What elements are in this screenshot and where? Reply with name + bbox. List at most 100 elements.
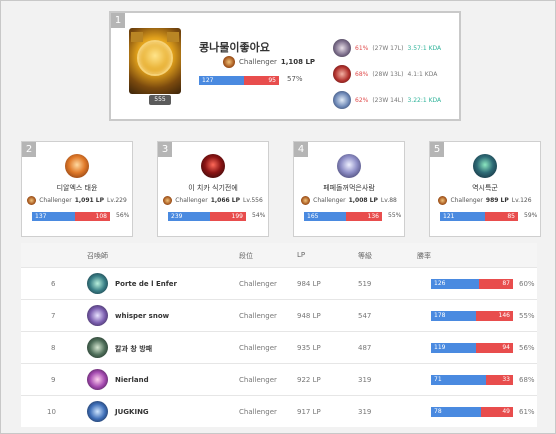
rank-tag: 4: [294, 142, 308, 157]
winrate-percent: 56%: [116, 212, 130, 219]
level-value: 487: [358, 344, 372, 352]
tier-label: Challenger: [239, 408, 277, 416]
lp-value: 1,066 LP: [210, 197, 240, 204]
level-value: 547: [358, 312, 372, 320]
rank-tag: 3: [158, 142, 172, 157]
table-row[interactable]: 7 whisper snow Challenger 948 LP 547 178…: [21, 299, 537, 331]
tier-label: Challenger: [239, 58, 277, 66]
winrate-percent: 57%: [287, 75, 303, 83]
tier-label: Challenger: [239, 344, 277, 352]
summoner-name[interactable]: 콩나물이좋아요: [199, 39, 270, 55]
lp-value: 948 LP: [297, 312, 321, 320]
summoner-name[interactable]: Nierland: [115, 376, 149, 384]
top-ranker-card[interactable]: 1 555 콩나물이좋아요 Challenger 1,108 LP 127 95…: [109, 11, 461, 121]
wins-segment: 165: [304, 212, 347, 221]
summoner-avatar[interactable]: [473, 154, 497, 178]
table-row[interactable]: 10 JUGKING Challenger 917 LP 319 78 49 6…: [21, 395, 537, 427]
winrate-bar: 165 136: [304, 212, 382, 221]
winrate-percent: 60%: [519, 280, 535, 288]
losses-segment: 199: [210, 212, 246, 221]
winrate-bar: 178 146: [431, 311, 513, 321]
summoner-avatar[interactable]: [87, 401, 108, 422]
winrate-percent: 68%: [519, 376, 535, 384]
ranker-card-4[interactable]: 4 페페돌꺼먹은사람 Challenger 1,008 LP Lv.88 165…: [293, 141, 405, 237]
lp-value: 984 LP: [297, 280, 321, 288]
lp-value: 1,008 LP: [348, 197, 378, 204]
tier-info: Challenger 1,091 LP Lv.229: [22, 196, 132, 205]
losses-segment: 85: [485, 212, 518, 221]
winrate-bar: 127 95: [199, 76, 279, 85]
winrate-percent: 55%: [388, 212, 402, 219]
wins-segment: 178: [431, 311, 476, 321]
champion-icon-red: [333, 65, 351, 83]
profile-portrait[interactable]: [129, 28, 181, 94]
summoner-avatar[interactable]: [337, 154, 361, 178]
summoner-name[interactable]: 이 치카 식기전에: [158, 183, 268, 193]
summoner-avatar[interactable]: [87, 305, 108, 326]
rank-tag: 1: [111, 13, 125, 28]
table-row[interactable]: 6 Porte de l Enfer Challenger 984 LP 519…: [21, 267, 537, 299]
winrate-percent: 54%: [252, 212, 266, 219]
wins-segment: 137: [32, 212, 76, 221]
wins-segment: 71: [431, 375, 486, 385]
table-row[interactable]: 8 칼과 창 방패 Challenger 935 LP 487 119 94 5…: [21, 331, 537, 363]
rank-number: 10: [47, 408, 56, 416]
header-lp[interactable]: LP: [297, 251, 305, 259]
table-header: 召喚師 段位 LP 等級 勝率: [21, 243, 537, 267]
ranker-card-3[interactable]: 3 이 치카 식기전에 Challenger 1,066 LP Lv.556 2…: [157, 141, 269, 237]
champion-row[interactable]: 61% (27W 17L) 3.57:1 KDA: [333, 35, 443, 61]
champion-winrate: 61%: [355, 44, 369, 52]
rank-number: 9: [51, 376, 56, 384]
lp-value: 922 LP: [297, 376, 321, 384]
champion-row[interactable]: 62% (23W 14L) 3.22:1 KDA: [333, 87, 443, 113]
winrate-percent: 55%: [519, 312, 535, 320]
leaderboard-frame: 1 555 콩나물이좋아요 Challenger 1,108 LP 127 95…: [0, 0, 556, 434]
summoner-avatar[interactable]: [65, 154, 89, 178]
summoner-avatar[interactable]: [87, 337, 108, 358]
summoner-name[interactable]: 역시특군: [430, 183, 540, 193]
winrate-bar: 239 199: [168, 212, 246, 221]
ranking-table: 召喚師 段位 LP 等級 勝率 6 Porte de l Enfer Chall…: [21, 243, 537, 427]
level-value: Lv.229: [106, 197, 127, 204]
table-row[interactable]: 9 Nierland Challenger 922 LP 319 71 33 6…: [21, 363, 537, 395]
challenger-emblem-icon: [223, 56, 235, 68]
level-value: 319: [358, 408, 372, 416]
winrate-bar: 137 108: [32, 212, 110, 221]
champion-row[interactable]: 68% (28W 13L) 4.1:1 KDA: [333, 61, 443, 87]
summoner-name[interactable]: 페페돌꺼먹은사람: [294, 183, 404, 193]
winrate-bar: 126 87: [431, 279, 513, 289]
ranker-card-2[interactable]: 2 디알엑스 태윤 Challenger 1,091 LP Lv.229 137…: [21, 141, 133, 237]
summoner-avatar[interactable]: [87, 273, 108, 294]
level-value: Lv.88: [380, 197, 397, 204]
challenger-emblem-icon: [301, 196, 311, 205]
summoner-name[interactable]: Porte de l Enfer: [115, 280, 177, 288]
winrate-percent: 56%: [519, 344, 535, 352]
losses-segment: 49: [480, 407, 513, 417]
tier-info: Challenger 1,066 LP Lv.556: [158, 196, 268, 205]
header-summoner[interactable]: 召喚師: [87, 251, 108, 261]
tier-info: Challenger 1,008 LP Lv.88: [294, 196, 404, 205]
tier-info: Challenger 989 LP Lv.126: [430, 196, 540, 205]
winrate-bar: 71 33: [431, 375, 513, 385]
champion-record: (28W 13L): [372, 70, 404, 78]
summoner-name[interactable]: 디알엑스 태윤: [22, 183, 132, 193]
level-badge: 555: [149, 95, 171, 105]
ranker-card-5[interactable]: 5 역시특군 Challenger 989 LP Lv.126 121 85 5…: [429, 141, 541, 237]
summoner-name[interactable]: JUGKING: [115, 408, 149, 416]
tier-label: Challenger: [39, 197, 72, 204]
losses-segment: 94: [476, 343, 513, 353]
header-winrate[interactable]: 勝率: [417, 251, 431, 261]
summoner-avatar[interactable]: [87, 369, 108, 390]
champion-kda: 3.22:1 KDA: [407, 96, 442, 104]
summoner-avatar[interactable]: [201, 154, 225, 178]
winrate-bar: 78 49: [431, 407, 513, 417]
header-level[interactable]: 等級: [358, 251, 372, 261]
champion-kda: 4.1:1 KDA: [407, 70, 438, 78]
wins-segment: 239: [168, 212, 211, 221]
header-tier[interactable]: 段位: [239, 251, 253, 261]
winrate-bar: 121 85: [440, 212, 518, 221]
summoner-name[interactable]: 칼과 창 방패: [115, 344, 152, 354]
winrate-percent: 59%: [524, 212, 538, 219]
level-value: Lv.556: [242, 197, 263, 204]
summoner-name[interactable]: whisper snow: [115, 312, 169, 320]
